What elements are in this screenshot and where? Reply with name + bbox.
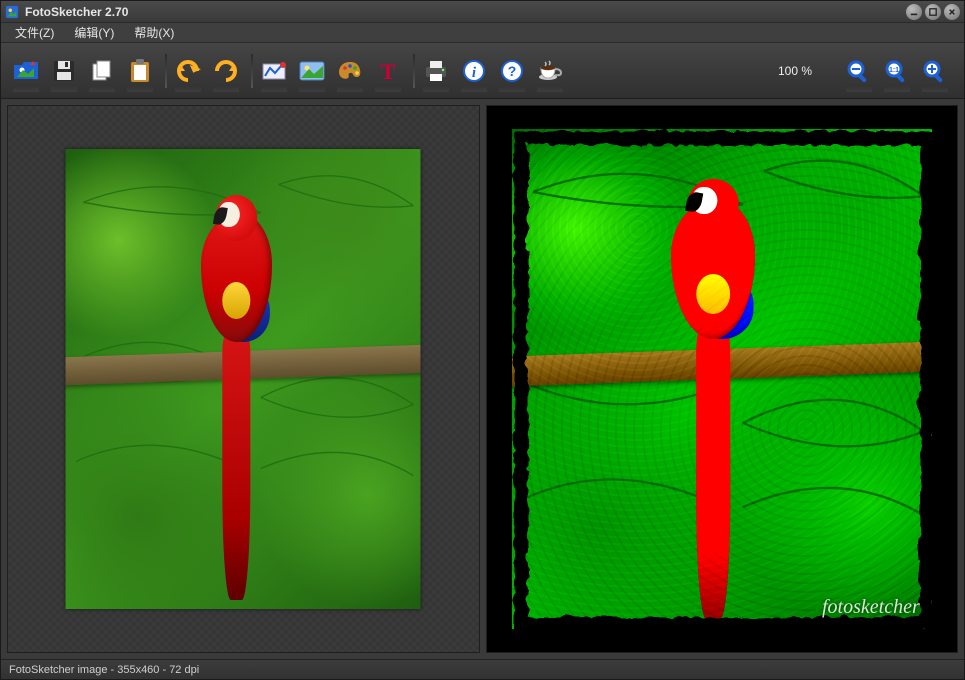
- palette-button[interactable]: [333, 51, 367, 91]
- close-button[interactable]: [944, 4, 960, 20]
- source-image: [66, 149, 421, 609]
- menu-help[interactable]: 帮助(X): [124, 22, 184, 43]
- watermark-signature: fotosketcher: [822, 596, 920, 619]
- title-bar: FotoSketcher 2.70: [1, 1, 964, 23]
- drawing-parameters-button[interactable]: [257, 51, 291, 91]
- info-button[interactable]: i: [457, 51, 491, 91]
- zoom-fit-button[interactable]: 1:1: [880, 51, 914, 91]
- app-icon: [5, 5, 19, 19]
- status-bar: FotoSketcher image - 355x460 - 72 dpi: [1, 659, 964, 679]
- maximize-button[interactable]: [925, 4, 941, 20]
- undo-button[interactable]: [171, 51, 205, 91]
- toolbar-separator: [413, 54, 415, 88]
- source-image-button[interactable]: [295, 51, 329, 91]
- save-image-button[interactable]: [47, 51, 81, 91]
- help-button[interactable]: ?: [495, 51, 529, 91]
- open-image-button[interactable]: [9, 51, 43, 91]
- redo-button[interactable]: [209, 51, 243, 91]
- add-text-button[interactable]: T: [371, 51, 405, 91]
- toolbar: T i ? 100 % 1:1: [1, 43, 964, 99]
- toolbar-separator: [165, 54, 167, 88]
- toolbar-separator: [251, 54, 253, 88]
- copy-button[interactable]: [85, 51, 119, 91]
- svg-text:1:1: 1:1: [889, 67, 899, 74]
- zoom-out-button[interactable]: [842, 51, 876, 91]
- paste-button[interactable]: [123, 51, 157, 91]
- app-window: FotoSketcher 2.70 文件(Z) 编辑(Y) 帮助(X): [0, 0, 965, 680]
- status-text: FotoSketcher image - 355x460 - 72 dpi: [9, 664, 199, 676]
- svg-text:T: T: [381, 59, 396, 83]
- donate-coffee-button[interactable]: [533, 51, 567, 91]
- menu-edit[interactable]: 编辑(Y): [64, 22, 124, 43]
- zoom-in-button[interactable]: [918, 51, 952, 91]
- zoom-group: 100 % 1:1: [778, 51, 956, 91]
- result-image: fotosketcher: [512, 129, 932, 629]
- result-panel[interactable]: fotosketcher: [486, 105, 959, 653]
- window-title: FotoSketcher 2.70: [25, 5, 903, 19]
- svg-text:?: ?: [508, 63, 517, 79]
- menu-bar: 文件(Z) 编辑(Y) 帮助(X): [1, 23, 964, 43]
- work-area: fotosketcher: [1, 99, 964, 659]
- source-panel[interactable]: [7, 105, 480, 653]
- menu-file[interactable]: 文件(Z): [5, 22, 64, 43]
- minimize-button[interactable]: [906, 4, 922, 20]
- zoom-level-label: 100 %: [778, 64, 812, 78]
- print-button[interactable]: [419, 51, 453, 91]
